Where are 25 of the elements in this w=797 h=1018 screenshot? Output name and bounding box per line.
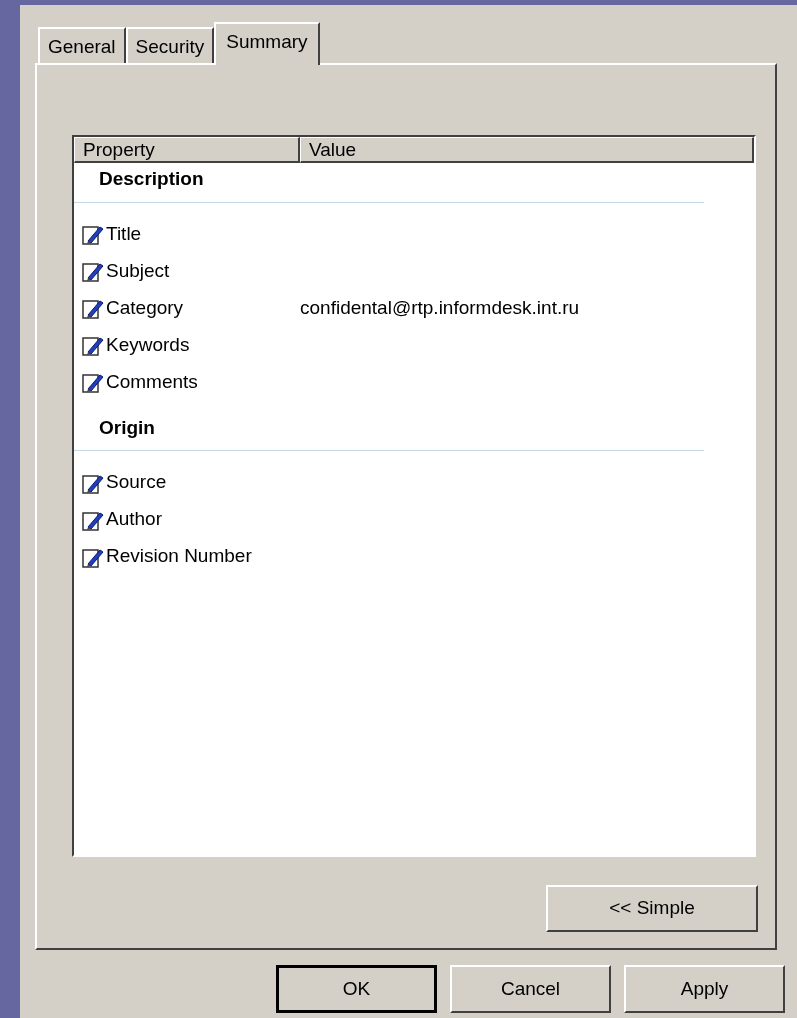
property-name: Revision Number	[106, 544, 252, 569]
document-pen-icon	[82, 223, 104, 245]
column-header[interactable]: Value	[300, 137, 754, 163]
dialog-button[interactable]: Apply	[624, 965, 785, 1013]
property-value: confidental@rtp.informdesk.int.ru	[300, 295, 580, 320]
tab[interactable]: General	[38, 27, 126, 63]
tab[interactable]: Summary	[214, 22, 320, 65]
group-heading: Description	[99, 168, 204, 189]
document-pen-icon	[82, 260, 104, 282]
property-name: Subject	[106, 258, 170, 283]
property-name: Source	[106, 470, 167, 495]
document-pen-icon	[82, 371, 104, 393]
simple-view-button[interactable]: << Simple	[546, 885, 758, 932]
column-header[interactable]: Property	[74, 137, 300, 163]
dialog-button[interactable]: Cancel	[450, 965, 611, 1013]
document-pen-icon	[82, 297, 104, 319]
group-heading: Origin	[99, 416, 155, 438]
dialog-button[interactable]: OK	[276, 965, 437, 1013]
property-name: Comments	[106, 369, 198, 394]
property-name: Category	[106, 295, 184, 320]
tab[interactable]: Security	[125, 27, 215, 63]
document-pen-icon	[82, 334, 104, 356]
property-name: Keywords	[106, 332, 190, 357]
property-name: Title	[106, 221, 142, 246]
property-name: Author	[106, 507, 162, 532]
